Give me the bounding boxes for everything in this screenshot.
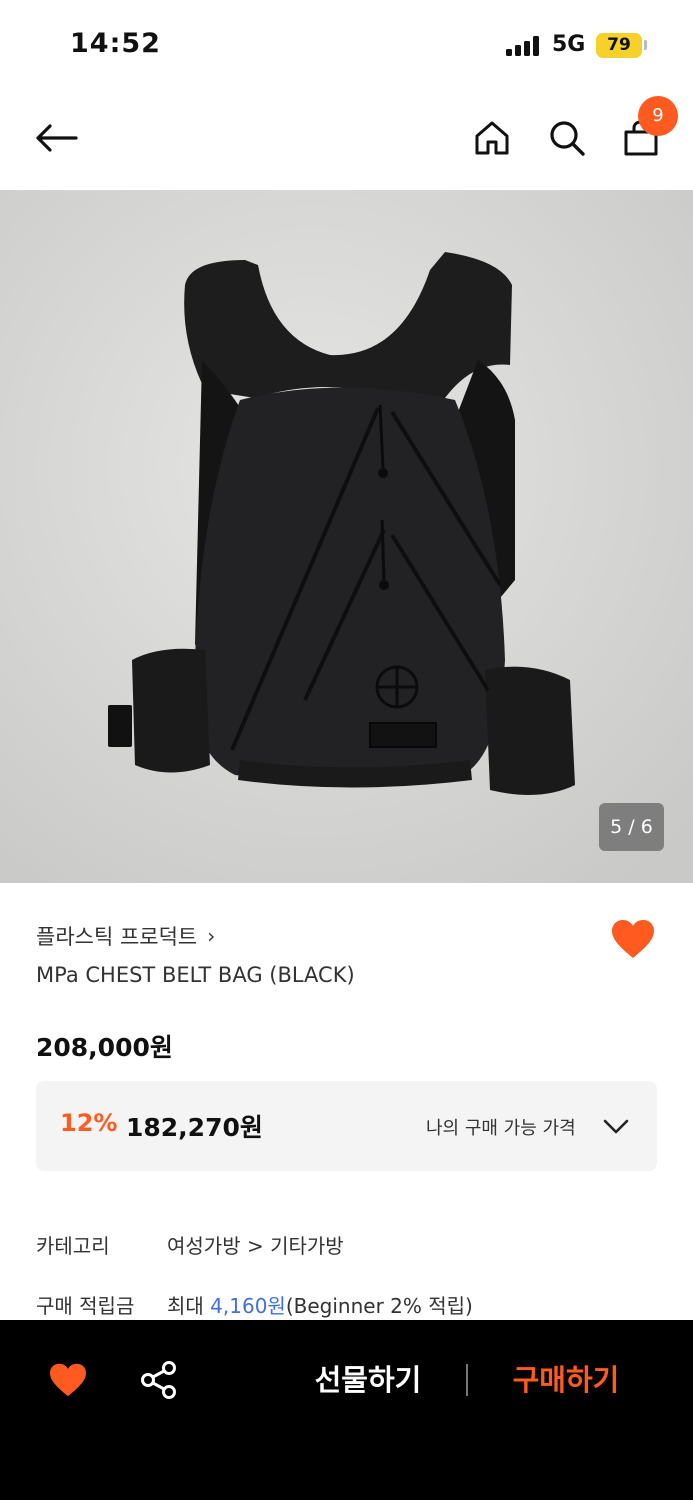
discount-price: 182,270원 xyxy=(126,1113,263,1142)
points-suffix: (Beginner 2% 적립) xyxy=(285,1294,473,1318)
status-time: 14:52 xyxy=(70,28,161,59)
brand-name: 플라스틱 프로덕트 xyxy=(36,925,198,949)
search-icon xyxy=(550,121,585,156)
points-value: 최대 4,160원(Beginner 2% 적립) xyxy=(167,1290,473,1319)
buy-button[interactable]: 구매하기 xyxy=(498,1358,634,1402)
category-label: 카테고리 xyxy=(36,1234,110,1258)
chevron-down-icon xyxy=(603,1119,629,1134)
chevron-right-icon: › xyxy=(207,924,216,948)
product-price: 208,000원 xyxy=(36,1033,173,1062)
battery-cap xyxy=(644,40,647,50)
points-prefix: 최대 xyxy=(167,1294,211,1318)
signal-icon xyxy=(506,36,542,56)
back-arrow-icon xyxy=(36,124,78,152)
back-button[interactable] xyxy=(30,114,82,162)
points-amount: 4,160원 xyxy=(210,1294,286,1318)
network-type: 5G xyxy=(552,32,586,57)
heart-icon xyxy=(50,1363,86,1397)
product-image-carousel[interactable]: 5 / 6 xyxy=(0,190,693,883)
product-name: MPa CHEST BELT BAG (BLACK) xyxy=(36,963,355,987)
category-value[interactable]: 여성가방 > 기타가방 xyxy=(167,1230,344,1259)
discount-rate: 12% xyxy=(60,1109,118,1137)
bottom-action-bar: 선물하기 구매하기 xyxy=(0,1320,693,1500)
heart-icon xyxy=(612,920,654,958)
points-label: 구매 적립금 xyxy=(36,1294,135,1318)
battery-icon: 79 xyxy=(596,33,642,58)
top-nav-bar: 9 xyxy=(0,90,693,190)
divider xyxy=(466,1364,468,1396)
cart-count-badge: 9 xyxy=(638,96,678,136)
image-counter: 5 / 6 xyxy=(599,803,664,851)
share-button[interactable] xyxy=(140,1360,178,1400)
brand-link[interactable]: 플라스틱 프로덕트 › xyxy=(36,920,215,952)
share-icon xyxy=(141,1361,176,1399)
like-button[interactable] xyxy=(610,918,656,962)
my-price-box[interactable]: 12% 182,270원 나의 구매 가능 가격 xyxy=(36,1081,657,1171)
bottom-like-button[interactable] xyxy=(48,1362,88,1398)
home-button[interactable] xyxy=(468,114,516,162)
search-button[interactable] xyxy=(543,114,591,162)
product-photo xyxy=(0,190,693,883)
my-price-label: 나의 구매 가능 가격 xyxy=(426,1118,576,1139)
gift-button[interactable]: 선물하기 xyxy=(300,1358,436,1402)
status-bar: 14:52 5G 79 xyxy=(0,0,693,90)
home-icon xyxy=(475,121,509,155)
